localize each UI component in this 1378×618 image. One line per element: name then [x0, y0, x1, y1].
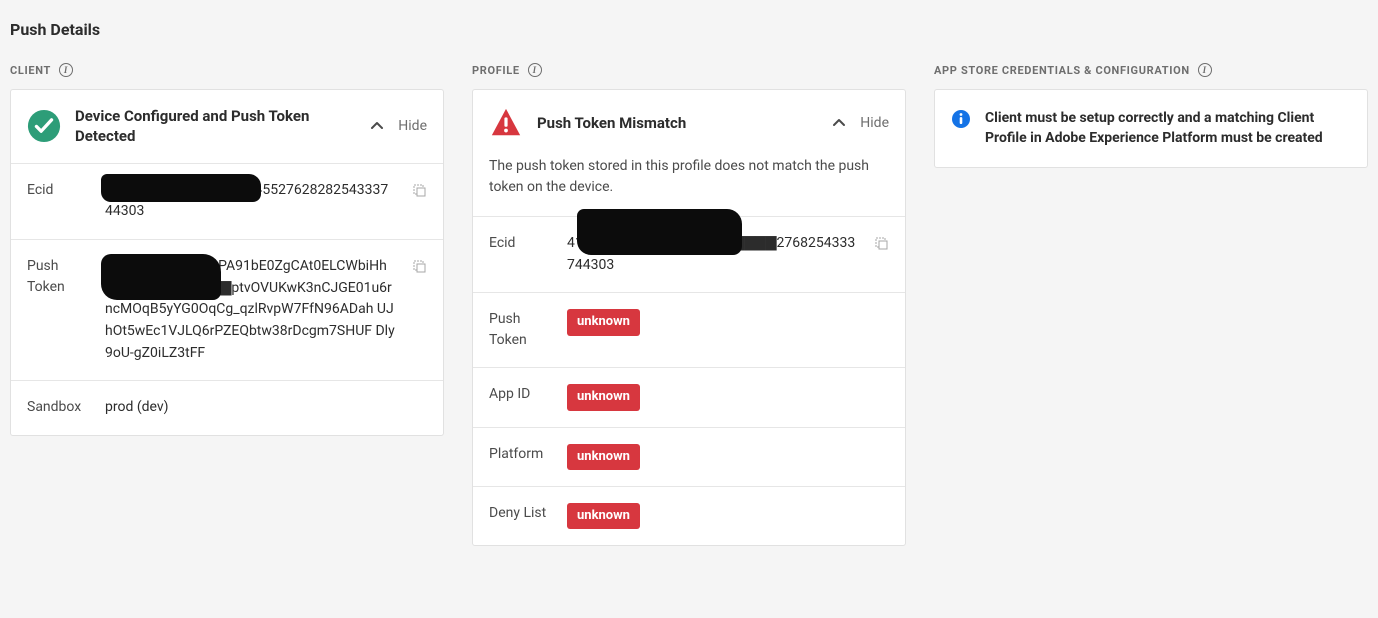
chevron-up-icon[interactable]	[370, 119, 384, 133]
success-icon	[27, 109, 61, 143]
unknown-badge: unknown	[567, 384, 640, 410]
hide-button[interactable]: Hide	[860, 115, 889, 131]
warning-icon	[489, 106, 523, 140]
profile-deny-list-row: Deny List unknown	[473, 486, 905, 545]
client-sandbox-row: Sandbox prod (dev)	[11, 380, 443, 435]
unknown-badge: unknown	[567, 503, 640, 529]
row-label: Push Token	[489, 309, 551, 351]
info-icon[interactable]: i	[1198, 63, 1212, 77]
unknown-badge: unknown	[567, 444, 640, 470]
client-label: CLIENT	[10, 64, 51, 77]
row-label: Ecid	[27, 180, 89, 201]
chevron-up-icon[interactable]	[832, 116, 846, 130]
profile-card: Push Token Mismatch Hide The push token …	[472, 89, 906, 546]
row-label: Platform	[489, 444, 551, 465]
profile-app-id-row: App ID unknown	[473, 367, 905, 426]
profile-ecid-row: Ecid 41▇▇▇▇▇▇▇▇▇▇▇▇▇▇▇▇▇▇276825433374430…	[473, 216, 905, 292]
hide-button[interactable]: Hide	[398, 118, 427, 134]
client-card: Device Configured and Push Token Detecte…	[10, 89, 444, 436]
info-icon[interactable]: i	[59, 63, 73, 77]
row-label: Push Token	[27, 256, 89, 298]
client-card-header: Device Configured and Push Token Detecte…	[11, 90, 443, 163]
copy-icon[interactable]	[411, 182, 427, 198]
info-icon[interactable]: i	[528, 63, 542, 77]
profile-description: The push token stored in this profile do…	[473, 156, 905, 216]
profile-section-header: PROFILE i	[472, 63, 906, 77]
info-icon	[951, 109, 971, 129]
app-store-card: Client must be setup correctly and a mat…	[934, 89, 1368, 168]
profile-platform-row: Platform unknown	[473, 427, 905, 486]
row-label: App ID	[489, 384, 551, 405]
row-value: unknown	[567, 309, 889, 335]
profile-ecid-value: 41▇▇▇▇▇▇▇▇▇▇▇▇▇▇▇▇▇▇2768254333744303	[567, 233, 857, 276]
profile-push-token-row: Push Token unknown	[473, 292, 905, 367]
row-value: unknown	[567, 444, 889, 470]
row-value: unknown	[567, 503, 889, 529]
client-column: CLIENT i Device Configured and Push Toke…	[10, 63, 444, 546]
app-store-message: Client must be setup correctly and a mat…	[985, 108, 1351, 149]
client-status-title: Device Configured and Push Token Detecte…	[75, 106, 356, 147]
row-label: Deny List	[489, 503, 551, 524]
unknown-badge: unknown	[567, 309, 640, 335]
client-ecid-value: 4142309421338374244455276282825433374430…	[105, 180, 395, 223]
client-section-header: CLIENT i	[10, 63, 444, 77]
profile-column: PROFILE i Push Token Mismatch Hide The p…	[472, 63, 906, 546]
app-store-label: APP STORE CREDENTIALS & CONFIGURATION	[934, 64, 1190, 77]
app-store-column: APP STORE CREDENTIALS & CONFIGURATION i …	[934, 63, 1368, 546]
profile-status-title: Push Token Mismatch	[537, 113, 818, 133]
client-sandbox-value: prod (dev)	[105, 397, 427, 419]
row-value: unknown	[567, 384, 889, 410]
profile-label: PROFILE	[472, 64, 520, 77]
client-ecid-row: Ecid 41423094213383742444552762828254333…	[11, 163, 443, 239]
row-label: Ecid	[489, 233, 551, 254]
profile-card-header: Push Token Mismatch Hide	[473, 90, 905, 156]
client-push-token-row: Push Token dg▇▇▇KGUSPA:APA91bE0ZgCAt0ELC…	[11, 239, 443, 380]
copy-icon[interactable]	[873, 235, 889, 251]
page-title: Push Details	[10, 20, 1368, 39]
client-push-token-value: dg▇▇▇KGUSPA:APA91bE0ZgCAt0ELCWbiHh o▇▇▇▇…	[105, 256, 395, 364]
row-label: Sandbox	[27, 397, 89, 418]
copy-icon[interactable]	[411, 258, 427, 274]
app-store-section-header: APP STORE CREDENTIALS & CONFIGURATION i	[934, 63, 1368, 77]
